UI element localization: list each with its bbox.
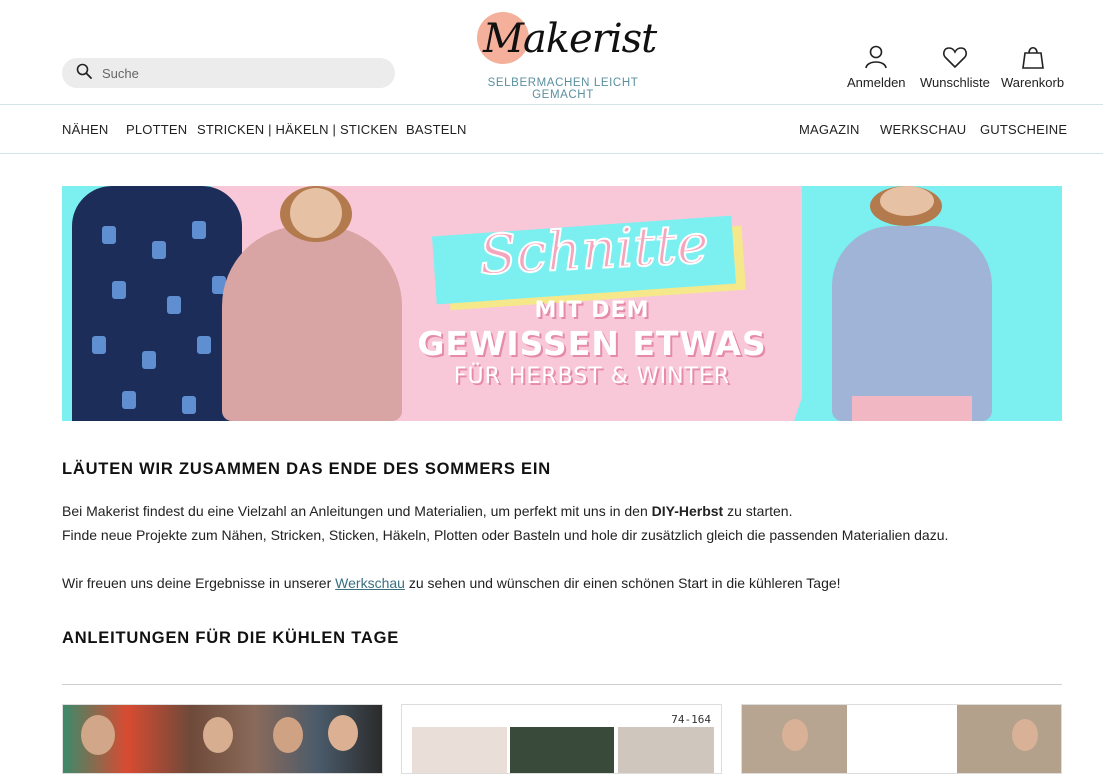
model-blue-blouse — [832, 226, 992, 421]
nav-magazin[interactable]: MAGAZIN — [799, 122, 860, 137]
wishlist-label: Wunschliste — [920, 75, 990, 90]
heart-icon — [942, 47, 967, 69]
card-image-stone-wall-right — [957, 705, 1061, 773]
model-navy-coat — [72, 186, 242, 421]
nav-plotten[interactable]: PLOTTEN — [126, 122, 187, 137]
tutorials-heading: ANLEITUNGEN FÜR DIE KÜHLEN TAGE — [62, 629, 400, 647]
logo-wordmark: Makerist — [483, 16, 657, 62]
product-card-kids[interactable]: 74-164 — [401, 704, 722, 774]
search-icon[interactable] — [76, 63, 92, 84]
logo-tagline: SELBERMACHEN LEICHT GEMACHT — [487, 77, 639, 101]
intro-heading: LÄUTEN WIR ZUSAMMEN DAS ENDE DES SOMMERS… — [62, 460, 551, 478]
shopping-bag-icon — [1021, 46, 1044, 69]
cart-label: Warenkorb — [1001, 75, 1065, 90]
model-pink-poncho — [222, 226, 402, 421]
card-size-label: 74-164 — [671, 713, 711, 726]
card-image-baby — [412, 727, 507, 773]
main-navigation: NÄHEN PLOTTEN STRICKEN | HÄKELN | STICKE… — [0, 104, 1103, 154]
nav-werkschau[interactable]: WERKSCHAU — [880, 122, 966, 137]
nav-basteln[interactable]: BASTELN — [406, 122, 467, 137]
search-bar[interactable] — [62, 58, 395, 88]
werkschau-link[interactable]: Werkschau — [335, 575, 405, 591]
login-label: Anmelden — [847, 75, 906, 90]
search-input[interactable] — [102, 65, 362, 81]
nav-stricken-haekeln-sticken[interactable]: STRICKEN | HÄKELN | STICKEN — [197, 122, 398, 137]
nav-gutscheine[interactable]: GUTSCHEINE — [980, 122, 1067, 137]
model-child-face — [290, 188, 342, 238]
card-image-girls — [510, 727, 614, 773]
banner-line-2: GEWISSEN ETWAS — [417, 324, 767, 363]
card-image-toddler — [618, 727, 714, 773]
product-card-blouse[interactable] — [741, 704, 1062, 774]
intro-paragraph-3: Wir freuen uns deine Ergebnisse in unser… — [62, 575, 841, 591]
login-link[interactable]: Anmelden — [847, 44, 906, 90]
banner-line-1: MIT DEM — [534, 298, 650, 323]
makerist-logo[interactable]: Makerist SELBERMACHEN LEICHT GEMACHT — [467, 10, 659, 101]
wishlist-link[interactable]: Wunschliste — [920, 44, 990, 90]
intro-paragraph-1: Bei Makerist findest du eine Vielzahl an… — [62, 503, 793, 519]
diy-herbst-emphasis: DIY-Herbst — [651, 503, 724, 519]
user-icon — [865, 45, 888, 69]
banner-line-3: FÜR HERBST & WINTER — [453, 364, 731, 389]
nav-naehen[interactable]: NÄHEN — [62, 122, 109, 137]
hero-banner[interactable]: Schnitte MIT DEM GEWISSEN ETWAS FÜR HERB… — [62, 186, 1062, 421]
product-card-snood[interactable] — [62, 704, 383, 774]
cart-link[interactable]: Warenkorb — [1001, 44, 1064, 90]
section-divider — [62, 684, 1062, 685]
site-header: Makerist SELBERMACHEN LEICHT GEMACHT Anm… — [0, 0, 1103, 104]
intro-paragraph-2: Finde neue Projekte zum Nähen, Stricken,… — [62, 527, 949, 543]
model-pink-trousers — [852, 396, 972, 421]
model-woman-chin — [880, 186, 934, 216]
